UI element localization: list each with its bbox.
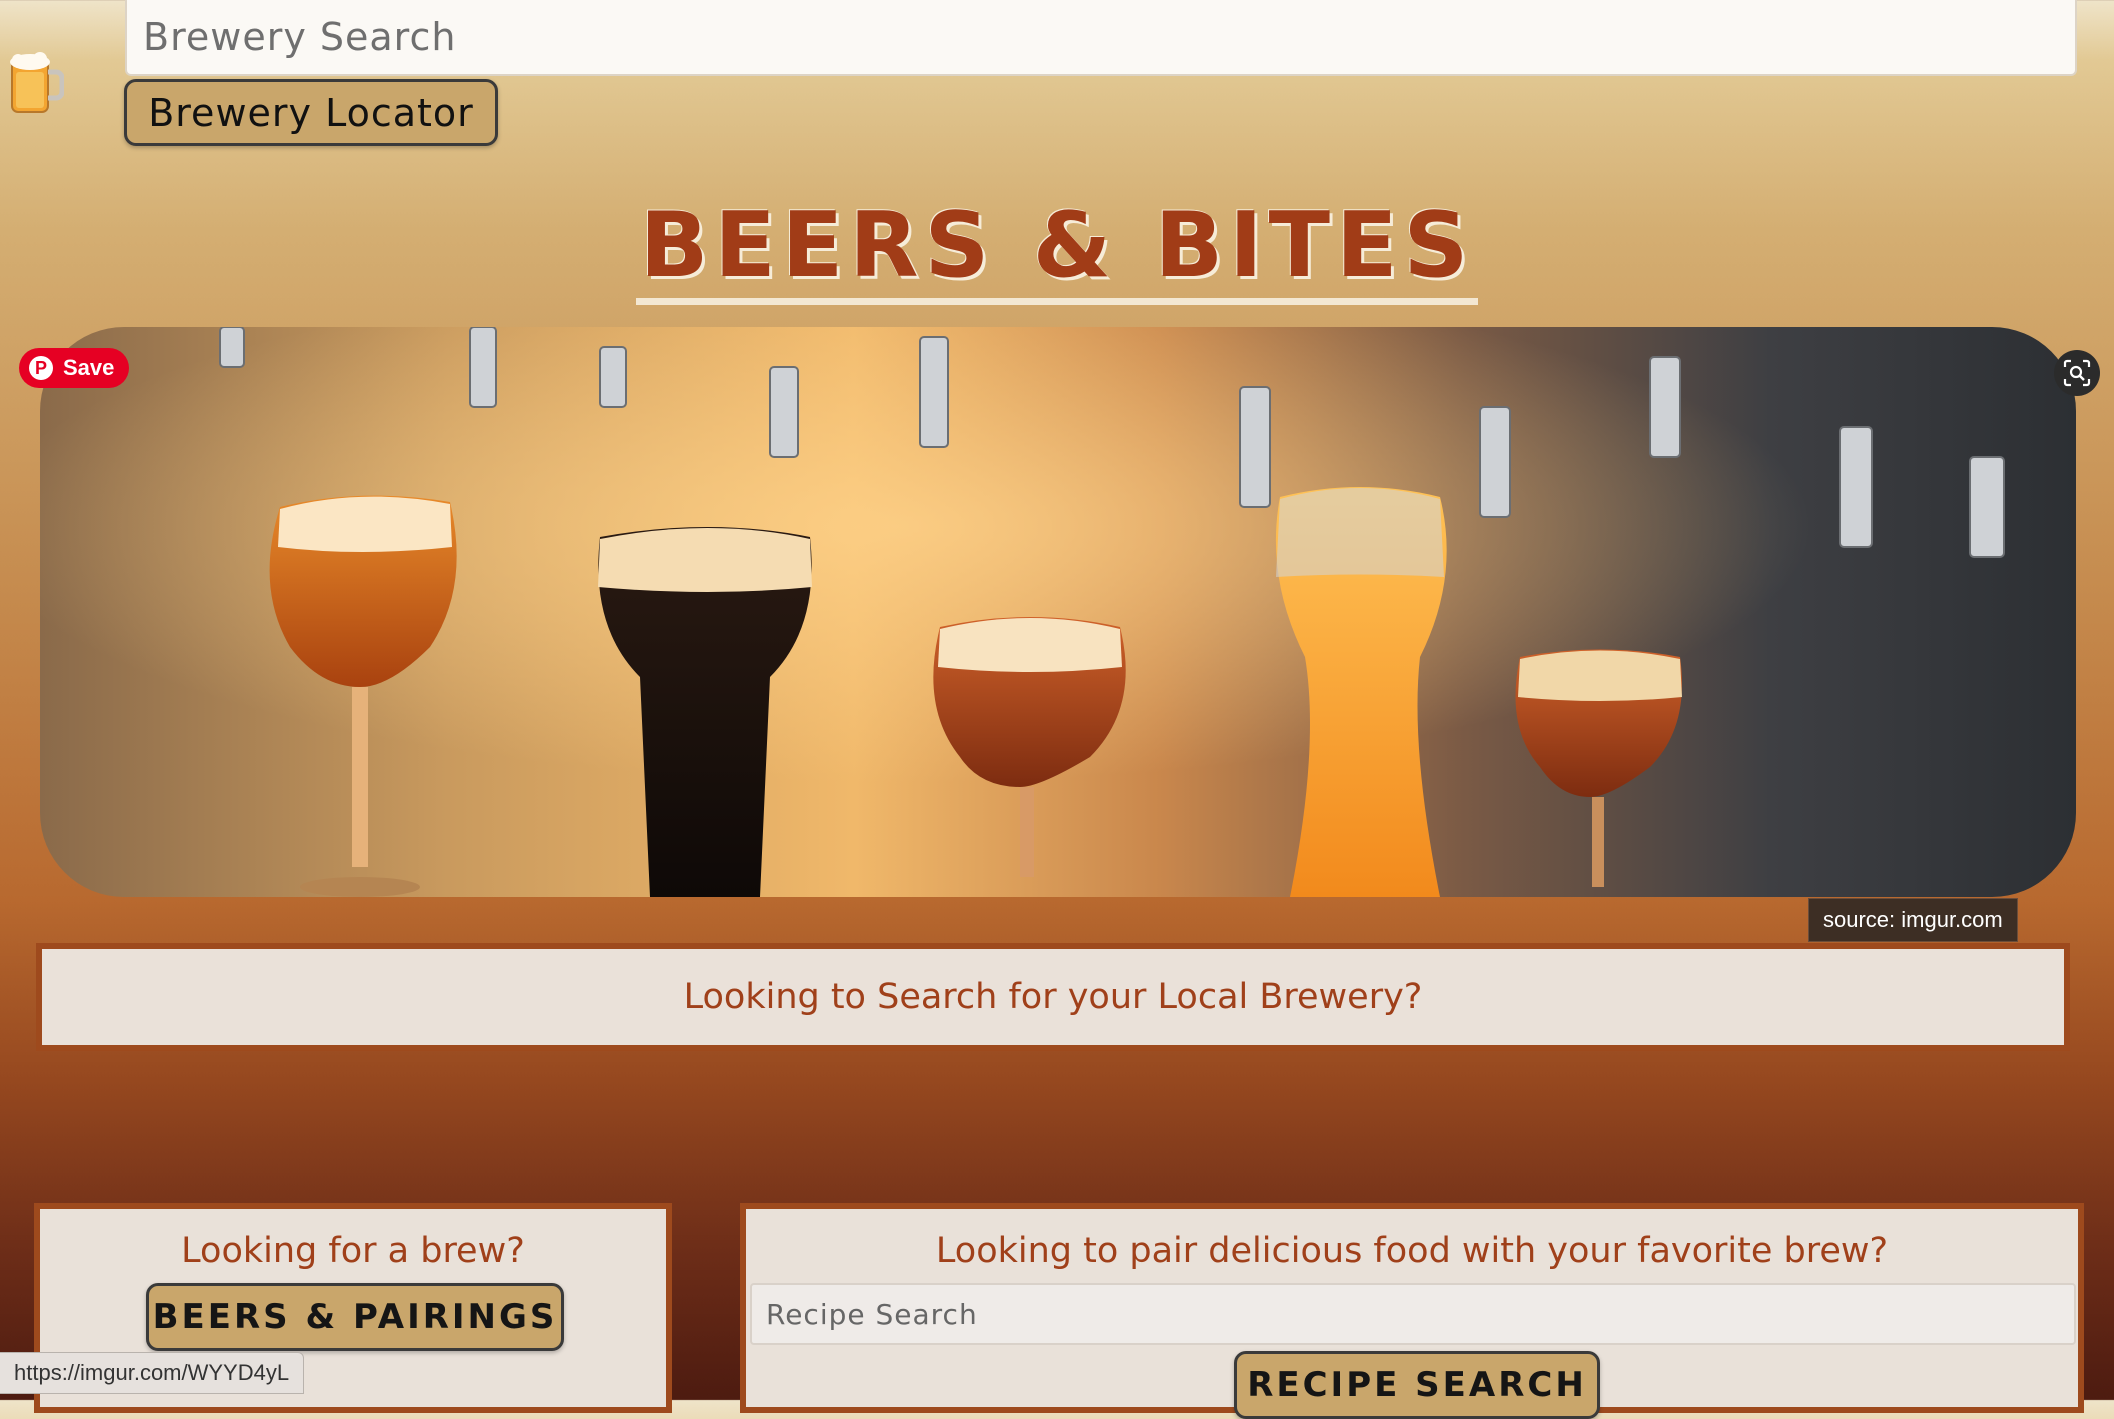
pinterest-save-button[interactable]: P Save <box>19 348 129 388</box>
hero-image <box>40 327 2076 897</box>
visual-search-icon[interactable] <box>2054 350 2100 396</box>
image-source-tooltip: source: imgur.com <box>1808 898 2018 942</box>
page-title: BEERS & BITES <box>0 193 2114 305</box>
brewery-search-input[interactable] <box>125 0 2077 76</box>
pinterest-icon: P <box>29 356 53 380</box>
brew-section-heading: Looking for a brew? <box>181 1231 525 1271</box>
local-brewery-text: Looking to Search for your Local Brewery… <box>683 977 1423 1017</box>
recipe-search-button[interactable]: RECIPE SEARCH <box>1234 1351 1600 1419</box>
pairing-section: Looking to pair delicious food with your… <box>740 1203 2084 1419</box>
status-bar-url: https://imgur.com/WYYD4yL <box>0 1352 305 1394</box>
pinterest-save-label: Save <box>63 355 115 380</box>
beers-pairings-button[interactable]: BEERS & PAIRINGS <box>146 1283 564 1351</box>
recipe-search-input[interactable] <box>750 1283 2076 1345</box>
brewery-search-container <box>125 0 2077 76</box>
local-brewery-banner: Looking to Search for your Local Brewery… <box>36 943 2070 1051</box>
beer-mug-icon <box>6 50 65 116</box>
pairing-section-heading: Looking to pair delicious food with your… <box>935 1231 1889 1271</box>
brewery-locator-button[interactable]: Brewery Locator <box>124 79 498 146</box>
page-title-text: BEERS & BITES <box>635 193 1479 305</box>
